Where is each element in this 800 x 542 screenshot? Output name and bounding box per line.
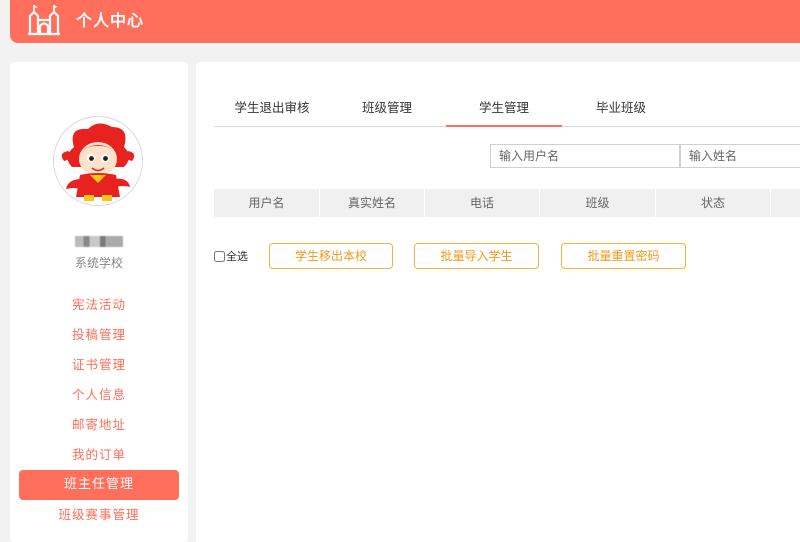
batch-import-students-button[interactable]: 批量导入学生 (414, 243, 539, 269)
column-header-username: 用户名 (214, 189, 320, 217)
tab-bar: 学生退出审核 班级管理 学生管理 毕业班级 (214, 94, 800, 127)
move-student-out-button[interactable]: 学生移出本校 (269, 243, 393, 269)
sidebar-item-certificate-management[interactable]: 证书管理 (19, 350, 179, 380)
page-title: 个人中心 (76, 11, 145, 30)
column-header-class: 班级 (540, 189, 656, 217)
school-name: 系统学校 (74, 256, 123, 270)
sidebar-item-mailing-address[interactable]: 邮寄地址 (19, 410, 179, 440)
batch-reset-password-button[interactable]: 批量重置密码 (561, 243, 686, 269)
mascot-avatar-icon (54, 117, 142, 205)
column-header-status: 状态 (656, 189, 771, 217)
sidebar: 系统学校 宪法活动 投稿管理 证书管理 个人信息 邮寄地址 我的订单 班主任管理… (10, 62, 188, 542)
main-panel: 学生退出审核 班级管理 学生管理 毕业班级 用户名 真实姓名 电话 班级 状态 … (196, 62, 800, 542)
sidebar-item-my-orders[interactable]: 我的订单 (19, 440, 179, 470)
table-header: 用户名 真实姓名 电话 班级 状态 (214, 189, 800, 217)
select-all-text: 全选 (226, 250, 248, 263)
select-all-checkbox[interactable] (214, 250, 225, 262)
tab-student-management[interactable]: 学生管理 (446, 94, 562, 127)
sidebar-item-class-teacher-management[interactable]: 班主任管理 (19, 470, 179, 500)
tab-class-management[interactable]: 班级管理 (344, 94, 430, 126)
sidebar-item-personal-info[interactable]: 个人信息 (19, 380, 179, 410)
username-redacted (10, 232, 188, 248)
sidebar-item-submission-management[interactable]: 投稿管理 (19, 320, 179, 350)
tab-graduated-classes[interactable]: 毕业班级 (578, 94, 664, 126)
avatar[interactable] (53, 116, 143, 206)
sidebar-menu: 宪法活动 投稿管理 证书管理 个人信息 邮寄地址 我的订单 班主任管理 班级赛事… (19, 290, 179, 530)
select-all-label[interactable]: 全选 (214, 248, 248, 264)
username-search-input[interactable] (490, 144, 680, 168)
column-header-extra (771, 189, 800, 217)
castle-home-icon[interactable] (26, 4, 62, 36)
column-header-phone: 电话 (425, 189, 540, 217)
tab-student-exit-review[interactable]: 学生退出审核 (222, 94, 322, 126)
page-header: 个人中心 (10, 0, 800, 43)
bulk-actions-bar: 全选 学生移出本校 批量导入学生 批量重置密码 (214, 243, 800, 269)
sidebar-item-constitution-activity[interactable]: 宪法活动 (19, 290, 179, 320)
name-search-input[interactable] (680, 144, 800, 168)
column-header-real-name: 真实姓名 (320, 189, 425, 217)
sidebar-item-class-competition-management[interactable]: 班级赛事管理 (19, 500, 179, 530)
